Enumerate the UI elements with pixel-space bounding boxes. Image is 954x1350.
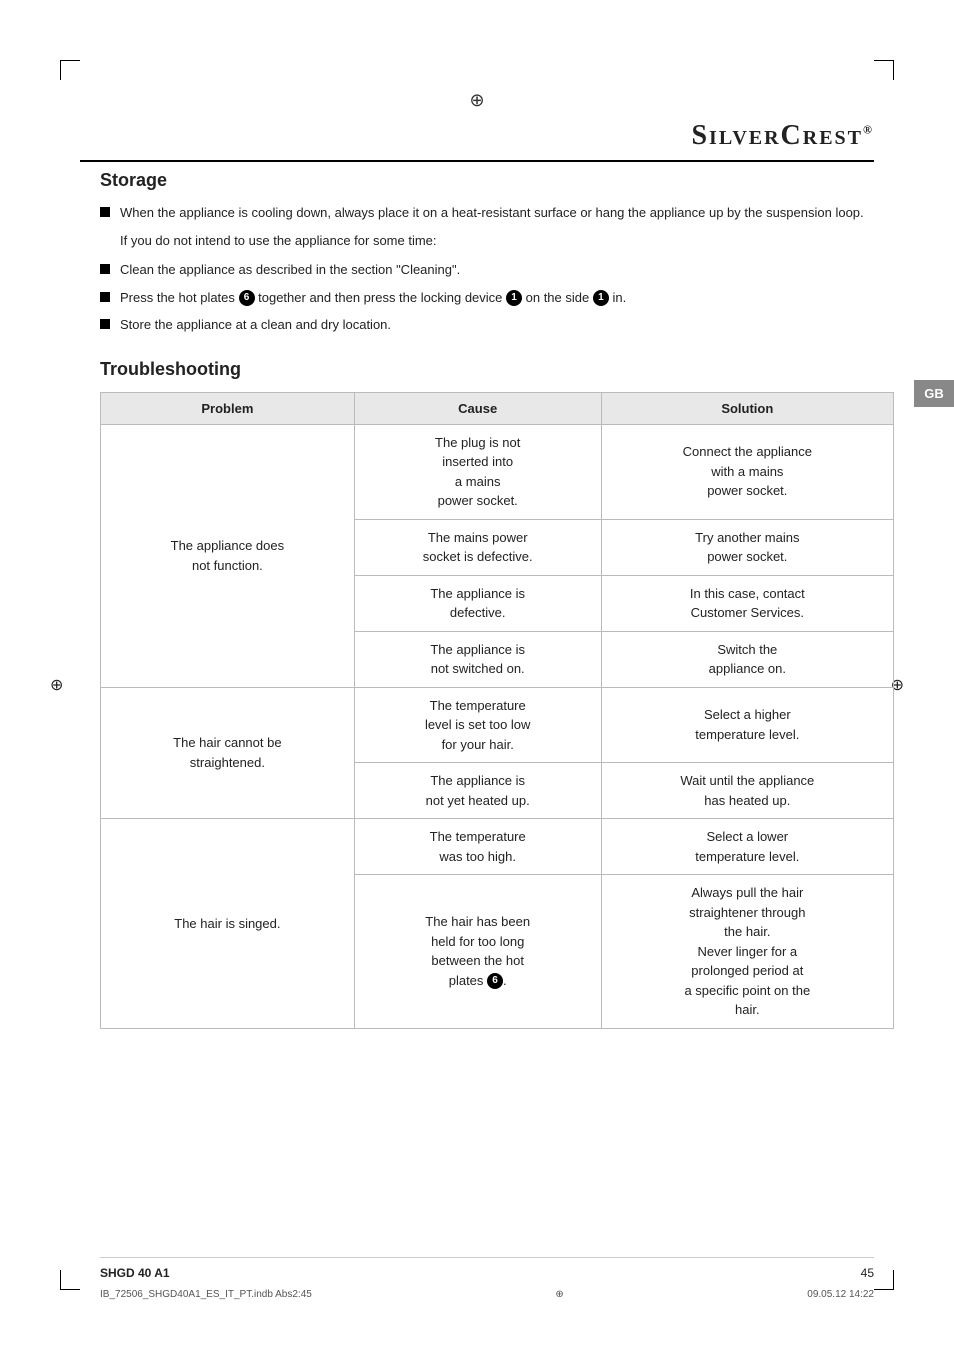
problem-1: The appliance doesnot function.: [101, 424, 355, 687]
main-content: Storage When the appliance is cooling do…: [100, 170, 894, 1029]
registration-mark-top: ⊕: [469, 90, 484, 111]
cause-2-2: The appliance isnot yet heated up.: [354, 763, 601, 819]
language-tab: GB: [914, 380, 954, 407]
brand-name-text: SilverCrest: [691, 120, 863, 151]
cause-1-3: The appliance isdefective.: [354, 575, 601, 631]
solution-1-1: Connect the appliancewith a mainspower s…: [601, 424, 893, 519]
storage-heading: Storage: [100, 170, 894, 191]
table-row: The hair cannot bestraightened. The temp…: [101, 687, 894, 763]
footer-page: 45: [861, 1266, 874, 1280]
brand-logo: SilverCrest®: [691, 120, 874, 151]
col-problem: Problem: [101, 392, 355, 424]
cause-3-1: The temperaturewas too high.: [354, 819, 601, 875]
storage-bullet-3-text: Press the hot plates 6 together and then…: [120, 288, 894, 308]
storage-bullet-4-text: Store the appliance at a clean and dry l…: [120, 315, 894, 335]
problem-3: The hair is singed.: [101, 819, 355, 1029]
col-solution: Solution: [601, 392, 893, 424]
troubleshooting-heading: Troubleshooting: [100, 359, 894, 380]
storage-note: If you do not intend to use the applianc…: [120, 231, 894, 251]
footer: SHGD 40 A1 45: [100, 1257, 874, 1280]
troubleshooting-table: Problem Cause Solution The appliance doe…: [100, 392, 894, 1029]
footer-reg-bottom: ⊕: [555, 1289, 563, 1300]
solution-3-1: Select a lowertemperature level.: [601, 819, 893, 875]
storage-bullet-2: Clean the appliance as described in the …: [100, 260, 894, 280]
bullet-icon-1: [100, 207, 110, 217]
bullet-icon-3: [100, 292, 110, 302]
registration-mark-left: ⊕: [50, 675, 63, 695]
cause-2-1: The temperaturelevel is set too lowfor y…: [354, 687, 601, 763]
col-cause: Cause: [354, 392, 601, 424]
solution-2-2: Wait until the appliancehas heated up.: [601, 763, 893, 819]
solution-1-3: In this case, contactCustomer Services.: [601, 575, 893, 631]
storage-bullet-1-text: When the appliance is cooling down, alwa…: [120, 203, 894, 223]
storage-bullet-3: Press the hot plates 6 together and then…: [100, 288, 894, 308]
footer-file-info: IB_72506_SHGD40A1_ES_IT_PT.indb Abs2:45: [100, 1289, 312, 1300]
brand-reg-symbol: ®: [863, 123, 874, 137]
table-row: The hair is singed. The temperaturewas t…: [101, 819, 894, 875]
storage-bullet-1: When the appliance is cooling down, alwa…: [100, 203, 894, 223]
table-row: The appliance doesnot function. The plug…: [101, 424, 894, 519]
icon-hotplates: 6: [239, 290, 255, 306]
cause-1-4: The appliance isnot switched on.: [354, 631, 601, 687]
solution-1-4: Switch theappliance on.: [601, 631, 893, 687]
storage-bullet-4: Store the appliance at a clean and dry l…: [100, 315, 894, 335]
footer-model: SHGD 40 A1: [100, 1266, 170, 1280]
cause-1-1: The plug is notinserted intoa mainspower…: [354, 424, 601, 519]
icon-locking: 1: [506, 290, 522, 306]
brand-bar: SilverCrest®: [80, 120, 874, 162]
storage-bullet-2-text: Clean the appliance as described in the …: [120, 260, 894, 280]
icon-hotplates-table: 6: [487, 973, 503, 989]
footer-date-info: 09.05.12 14:22: [807, 1289, 874, 1300]
solution-1-2: Try another mainspower socket.: [601, 519, 893, 575]
footer-bottom: IB_72506_SHGD40A1_ES_IT_PT.indb Abs2:45 …: [100, 1289, 874, 1300]
icon-side: 1: [593, 290, 609, 306]
cause-3-2: The hair has beenheld for too longbetwee…: [354, 875, 601, 1029]
table-header-row: Problem Cause Solution: [101, 392, 894, 424]
bullet-icon-2: [100, 264, 110, 274]
solution-3-2: Always pull the hairstraightener through…: [601, 875, 893, 1029]
cause-1-2: The mains powersocket is defective.: [354, 519, 601, 575]
solution-2-1: Select a highertemperature level.: [601, 687, 893, 763]
problem-2: The hair cannot bestraightened.: [101, 687, 355, 819]
bullet-icon-4: [100, 319, 110, 329]
